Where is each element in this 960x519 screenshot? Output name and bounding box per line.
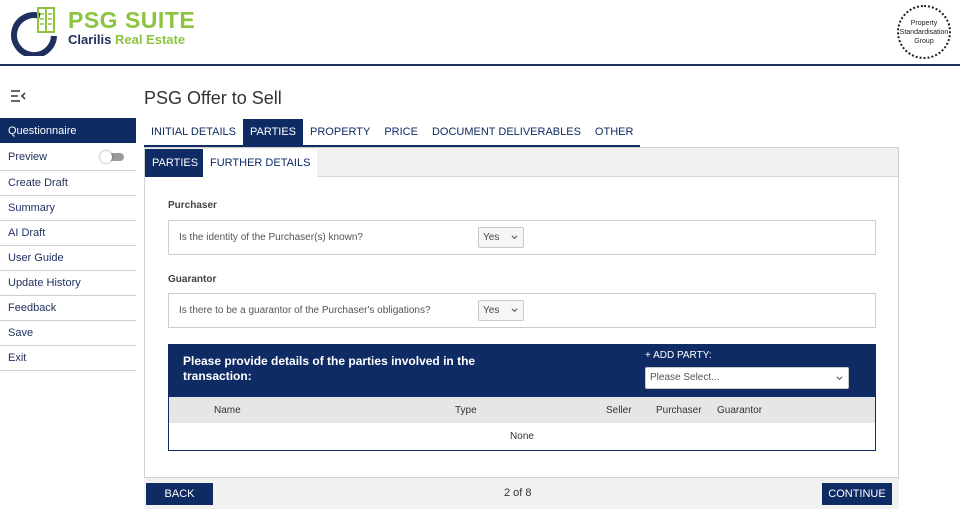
subtab-further-details[interactable]: FURTHER DETAILS [203,149,318,177]
guarantor-select[interactable]: Yes [478,300,524,321]
guarantor-question-box: Is there to be a guarantor of the Purcha… [168,293,876,328]
brand-title: PSG SUITE [68,7,196,33]
parties-header: Please provide details of the parties in… [168,344,876,397]
sidebar-item-create-draft[interactable]: Create Draft [0,171,136,196]
column-header-purchaser: Purchaser [656,405,702,416]
brand-subtitle: Clarilis Real Estate [68,32,185,47]
page-indicator: 2 of 8 [504,487,532,499]
purchaser-known-select[interactable]: Yes [478,227,524,248]
seal-line: Standardisation [899,28,949,36]
parties-title: Please provide details of the parties in… [183,354,476,383]
tab-property[interactable]: PROPERTY [303,119,377,145]
footer-bar: BACK 2 of 8 CONTINUE [144,478,899,509]
questionnaire-panel: PARTIES FURTHER DETAILS Purchaser Is the… [144,147,899,478]
tab-parties[interactable]: PARTIES [242,119,304,145]
chevron-down-icon [836,376,843,381]
sidebar-item-user-guide[interactable]: User Guide [0,246,136,271]
sidebar-item-label: Exit [8,352,27,364]
parties-empty-message: None [510,431,534,442]
sidebar-item-label: Questionnaire [8,124,77,137]
tab-other[interactable]: OTHER [588,119,641,145]
sidebar-item-ai-draft[interactable]: AI Draft [0,221,136,246]
sidebar-item-label: Preview [8,150,48,163]
purchaser-question-box: Is the identity of the Purchaser(s) know… [168,220,876,255]
guarantor-heading: Guarantor [168,274,217,285]
parties-table: Name Type Seller Purchaser Guarantor Non… [168,397,876,451]
add-party-placeholder: Please Select... [650,372,720,383]
brand-subtitle-main: Clarilis [68,32,112,47]
column-header-type: Type [455,405,477,416]
column-header-guarantor: Guarantor [717,405,763,416]
add-party-label: + ADD PARTY: [645,350,712,361]
seal-line: Group [914,37,934,45]
parties-table-header: Name Type Seller Purchaser Guarantor [169,397,875,423]
guarantor-question: Is there to be a guarantor of the Purcha… [179,305,431,316]
back-button[interactable]: BACK [146,483,213,505]
sidebar-item-label: AI Draft [8,227,46,239]
clarilis-logo-icon [11,7,57,56]
preview-toggle[interactable] [100,151,124,163]
seal-line: Property [910,19,938,27]
sidebar-item-questionnaire[interactable]: Questionnaire [0,118,136,143]
purchaser-question: Is the identity of the Purchaser(s) know… [179,232,363,243]
guarantor-value: Yes [483,305,500,316]
sidebar-item-preview[interactable]: Preview [0,143,136,171]
sidebar-item-label: User Guide [8,252,64,264]
brand-subtitle-accent: Real Estate [114,32,186,47]
chevron-down-icon [511,235,518,240]
sidebar-item-feedback[interactable]: Feedback [0,296,136,321]
main-tabs: INITIAL DETAILS PARTIES PROPERTY PRICE D… [144,119,641,147]
tab-initial-details[interactable]: INITIAL DETAILS [144,119,243,145]
sidebar-item-summary[interactable]: Summary [0,196,136,221]
sidebar-item-label: Create Draft [8,177,68,189]
page-title: PSG Offer to Sell [144,88,282,108]
continue-button[interactable]: CONTINUE [822,483,892,505]
subtab-parties[interactable]: PARTIES [145,149,206,177]
sidebar-item-update-history[interactable]: Update History [0,271,136,296]
sidebar-item-exit[interactable]: Exit [0,346,136,371]
toggle-knob [100,151,112,163]
purchaser-known-value: Yes [483,232,500,243]
menu-collapse-icon[interactable] [10,89,26,103]
app-header: PSG SUITE Clarilis Real Estate Property … [0,0,960,66]
tab-price[interactable]: PRICE [377,119,425,145]
sidebar-item-label: Feedback [8,302,57,314]
sidebar-nav: Questionnaire Preview Create Draft Summa… [0,118,136,371]
add-party-select[interactable]: Please Select... [645,367,849,389]
chevron-down-icon [511,308,518,313]
sidebar-item-save[interactable]: Save [0,321,136,346]
sidebar-item-label: Summary [8,202,56,214]
tab-document-deliverables[interactable]: DOCUMENT DELIVERABLES [425,119,588,145]
purchaser-heading: Purchaser [168,200,217,211]
sidebar-item-label: Update History [8,277,81,289]
column-header-name: Name [214,405,241,416]
sidebar-item-label: Save [8,327,34,339]
sub-tabs: PARTIES FURTHER DETAILS [145,148,898,177]
column-header-seller: Seller [606,405,632,416]
psg-seal-logo: Property Standardisation Group [897,5,951,59]
